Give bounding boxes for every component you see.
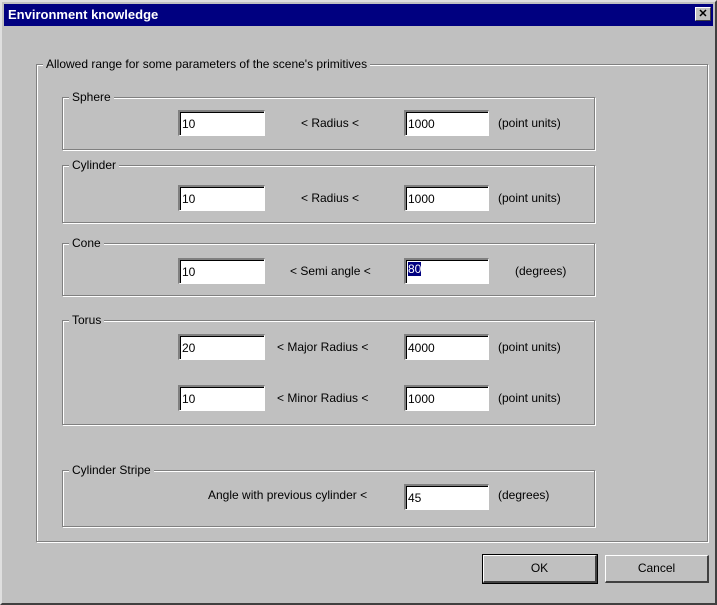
cylinder-unit-label: (point units)	[498, 191, 561, 205]
torus-major-unit-label: (point units)	[498, 340, 561, 354]
sphere-radius-min-input[interactable]	[178, 110, 265, 136]
ok-button[interactable]: OK	[482, 554, 598, 584]
cone-angle-max-input[interactable]: 80	[404, 258, 489, 284]
sphere-legend: Sphere	[69, 90, 114, 105]
cone-legend: Cone	[69, 236, 104, 251]
torus-minor-max-input[interactable]	[404, 385, 489, 411]
cone-angle-min-input[interactable]	[178, 258, 265, 284]
cylinder-radius-min-input[interactable]	[178, 185, 265, 211]
stripe-unit-label: (degrees)	[498, 488, 550, 502]
cylinder-stripe-legend: Cylinder Stripe	[69, 463, 154, 478]
cone-unit-label: (degrees)	[515, 264, 567, 278]
cylinder-radius-label: < Radius <	[301, 191, 360, 205]
sphere-radius-label: < Radius <	[301, 116, 360, 130]
cone-semi-angle-label: < Semi angle <	[290, 264, 371, 278]
title-bar[interactable]: Environment knowledge ✕	[4, 4, 713, 26]
torus-major-radius-label: < Major Radius <	[277, 340, 369, 354]
environment-knowledge-dialog: Environment knowledge ✕ Allowed range fo…	[0, 0, 717, 605]
cylinder-radius-max-input[interactable]	[404, 185, 489, 211]
torus-group: Torus	[62, 313, 595, 425]
stripe-angle-label: Angle with previous cylinder <	[208, 488, 368, 502]
cone-angle-max-selection: 80	[408, 262, 422, 276]
torus-legend: Torus	[69, 313, 105, 328]
window-title: Environment knowledge	[8, 7, 159, 22]
cylinder-legend: Cylinder	[69, 158, 120, 173]
torus-minor-unit-label: (point units)	[498, 391, 561, 405]
cancel-button[interactable]: Cancel	[605, 555, 709, 583]
torus-minor-min-input[interactable]	[178, 385, 265, 411]
primitives-range-legend: Allowed range for some parameters of the…	[43, 57, 371, 72]
stripe-angle-input[interactable]	[404, 484, 489, 510]
close-icon[interactable]: ✕	[695, 7, 711, 21]
torus-major-max-input[interactable]	[404, 334, 489, 360]
torus-major-min-input[interactable]	[178, 334, 265, 360]
torus-minor-radius-label: < Minor Radius <	[277, 391, 369, 405]
sphere-radius-max-input[interactable]	[404, 110, 489, 136]
sphere-unit-label: (point units)	[498, 116, 561, 130]
